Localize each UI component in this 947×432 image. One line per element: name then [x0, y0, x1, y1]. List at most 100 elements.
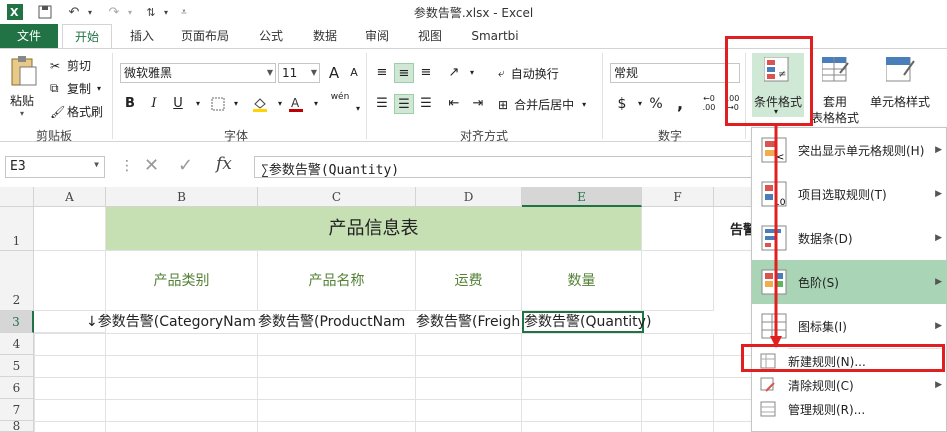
align-right-icon[interactable]: ☰ [416, 94, 436, 114]
merge-center-label: 合并后居中 [514, 98, 575, 112]
insert-function-button[interactable]: fx [216, 154, 232, 174]
copy-label: 复制 [67, 82, 92, 96]
separator [602, 53, 603, 139]
cell-styles-button[interactable]: 单元格样式 [864, 53, 936, 117]
column-header-f[interactable]: F [642, 187, 714, 207]
clipboard-group-label: 剪贴板 [35, 129, 72, 143]
row-header-6[interactable]: 6 [0, 377, 34, 399]
cell-f2[interactable] [642, 251, 714, 311]
cell-a1[interactable] [34, 207, 106, 251]
formula-input[interactable]: ∑参数告警(Quantity) [254, 156, 751, 178]
underline-dropdown-icon[interactable]: ▾ [188, 94, 208, 114]
borders-dropdown-icon[interactable]: ▾ [226, 94, 246, 114]
font-size-combo[interactable]: 11 ▼ [278, 63, 320, 83]
align-top-icon[interactable]: ≡ [372, 63, 392, 83]
header-product-name[interactable]: 产品名称 [258, 251, 416, 311]
separator [112, 53, 113, 139]
bold-button[interactable]: B [120, 94, 140, 114]
gridline [713, 333, 714, 432]
column-header-e[interactable]: E [522, 187, 642, 207]
cancel-icon[interactable]: ✕ [144, 155, 159, 176]
underline-button[interactable]: U [168, 94, 188, 114]
align-bottom-icon[interactable]: ≡ [416, 63, 436, 83]
pinyin-dropdown-icon[interactable]: ▾ [348, 99, 368, 119]
copy-dropdown-icon[interactable]: ▾ [97, 84, 101, 93]
column-header-b[interactable]: B [106, 187, 258, 207]
number-format-combo[interactable]: 常规 [610, 63, 740, 83]
increase-decimal-icon[interactable]: ←0.00 [698, 94, 720, 114]
menu-label: 数据条(D) [798, 231, 853, 246]
name-box[interactable]: E3 ▼ [5, 156, 105, 178]
tab-formulas[interactable]: 公式 [248, 24, 294, 48]
cut-button[interactable]: ✂ 剪切 [50, 57, 91, 74]
gridline [415, 333, 416, 432]
row-header-8[interactable]: 8 [0, 421, 34, 432]
row-header-7[interactable]: 7 [0, 399, 34, 421]
select-all-corner[interactable] [0, 187, 34, 207]
font-size-value: 11 [282, 66, 298, 80]
orientation-dropdown-icon[interactable]: ▾ [462, 63, 482, 83]
italic-button[interactable]: I [144, 94, 164, 114]
cell-d3-text[interactable]: 参数告警(Freigh [416, 311, 520, 333]
menu-item-manage-rules[interactable]: 管理规则(R)... [752, 397, 947, 421]
align-left-icon[interactable]: ☰ [372, 94, 392, 114]
column-header-d[interactable]: D [416, 187, 522, 207]
tab-file[interactable]: 文件 [0, 24, 58, 48]
row-header-3[interactable]: 3 [0, 311, 34, 333]
shrink-font-button[interactable]: A [344, 63, 364, 83]
cell-f1[interactable] [642, 207, 714, 251]
column-header-c[interactable]: C [258, 187, 416, 207]
annotation-box-conditional-format [725, 36, 813, 126]
column-header-a[interactable]: A [34, 187, 106, 207]
format-as-table-button[interactable]: 套用 表格格式 [810, 53, 860, 125]
paste-label[interactable]: 粘贴 [10, 92, 34, 109]
copy-button[interactable]: ⧉ 复制 ▾ [50, 80, 101, 97]
align-middle-icon[interactable]: ≡ [394, 63, 414, 83]
tab-smartbi[interactable]: Smartbi [466, 24, 524, 48]
row-header-4[interactable]: 4 [0, 333, 34, 355]
percent-button[interactable]: % [646, 94, 666, 114]
wrap-text-button[interactable]: ⤶ 自动换行 [498, 65, 559, 82]
format-painter-button[interactable]: 🖌 格式刷 [50, 103, 103, 120]
menu-label: 色阶(S) [798, 275, 839, 290]
enter-icon[interactable]: ✓ [178, 155, 193, 176]
menu-label: 图标集(I) [798, 319, 847, 334]
title-cell[interactable]: 产品信息表 [106, 207, 642, 251]
tab-data[interactable]: 数据 [302, 24, 348, 48]
font-group-label: 字体 [223, 129, 248, 143]
cell-b3-text[interactable]: ↓参数告警(CategoryNam [86, 311, 256, 333]
paste-icon[interactable] [8, 55, 40, 95]
comma-button[interactable]: , [670, 94, 690, 114]
menu-item-clear-rules[interactable]: 清除规则(C) ▶ [752, 373, 947, 397]
tab-review[interactable]: 审阅 [354, 24, 400, 48]
tab-insert[interactable]: 插入 [118, 24, 166, 48]
decrease-indent-icon[interactable]: ⇤ [444, 94, 464, 114]
merge-center-button[interactable]: ⊞ 合并后居中 ▾ [498, 96, 586, 113]
menu-label: 管理规则(R)... [788, 402, 866, 417]
borders-icon[interactable] [208, 94, 228, 114]
header-quantity[interactable]: 数量 [522, 251, 642, 311]
fill-color-icon[interactable] [250, 94, 270, 114]
row-header-1[interactable]: 1 [0, 207, 34, 251]
header-freight[interactable]: 运费 [416, 251, 522, 311]
cell-a2[interactable] [34, 251, 106, 311]
row-header-5[interactable]: 5 [0, 355, 34, 377]
font-color-icon[interactable]: A [286, 94, 306, 114]
font-color-dropdown-icon[interactable]: ▾ [306, 94, 326, 114]
header-category[interactable]: 产品类别 [106, 251, 258, 311]
currency-button[interactable]: $ [612, 94, 632, 114]
increase-indent-icon[interactable]: ⇥ [468, 94, 488, 114]
cell-c3-text[interactable]: 参数告警(ProductNam [258, 311, 405, 333]
grow-font-button[interactable]: A [324, 63, 344, 83]
merge-dropdown-icon[interactable]: ▾ [582, 100, 586, 109]
more-options-icon[interactable]: ⋮ [120, 158, 134, 174]
format-as-table-icon [821, 56, 850, 86]
tab-home[interactable]: 开始 [62, 24, 112, 49]
tab-page-layout[interactable]: 页面布局 [172, 24, 238, 48]
row-header-2[interactable]: 2 [0, 251, 34, 311]
tab-view[interactable]: 视图 [407, 24, 453, 48]
orientation-icon[interactable]: ↗ [444, 63, 464, 83]
align-center-icon[interactable]: ☰ [394, 94, 414, 114]
font-name-combo[interactable]: 微软雅黑 ▼ [120, 63, 276, 83]
paste-dropdown-icon[interactable]: ▾ [20, 109, 24, 118]
